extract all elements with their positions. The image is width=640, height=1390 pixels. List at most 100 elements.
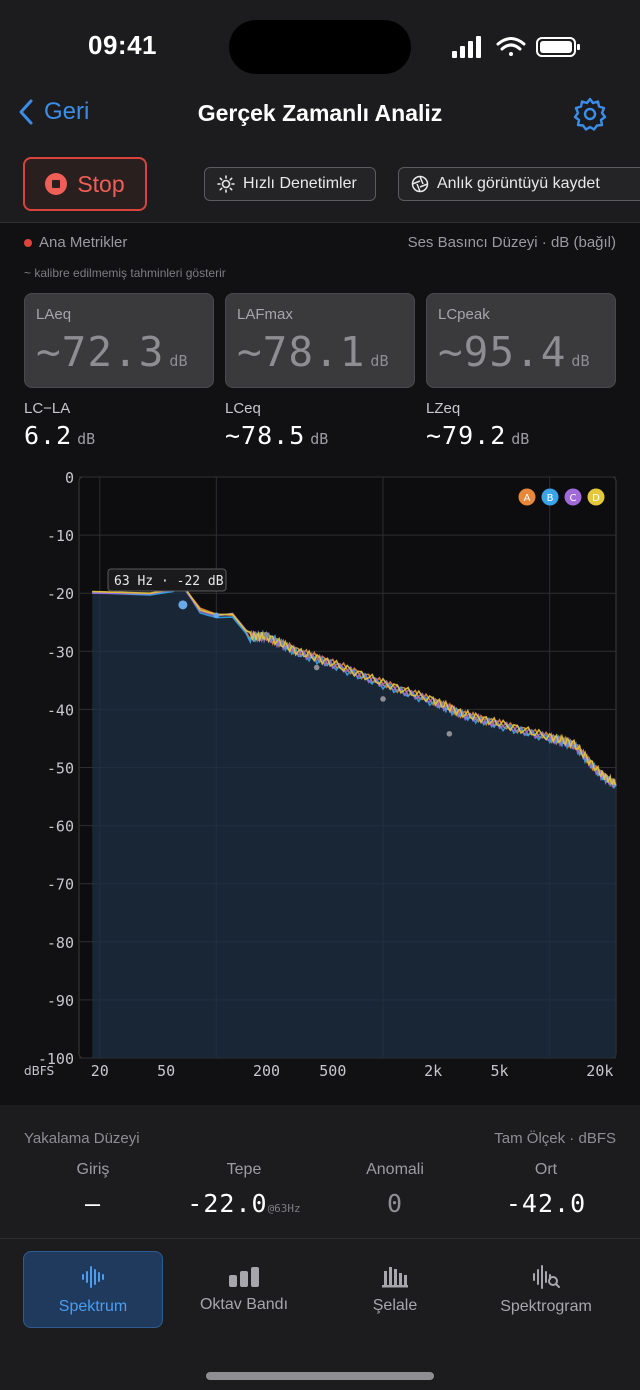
x-tick-label: 20 bbox=[91, 1062, 109, 1080]
metric-card-lafmax: LAFmax ~78.1 dB bbox=[225, 293, 415, 388]
metrics-unit-label: Ses Basıncı Düzeyi · dB (bağıl) bbox=[407, 234, 616, 251]
metric-value: ~78.1 bbox=[237, 328, 366, 376]
signal-icon bbox=[452, 36, 481, 58]
x-tick-label: 20k bbox=[586, 1062, 613, 1080]
x-tick-label: 5k bbox=[490, 1062, 508, 1080]
y-tick-label: 0 bbox=[65, 469, 74, 487]
tab-label: Spektrogram bbox=[500, 1297, 592, 1315]
tooltip-text: 63 Hz · -22 dB bbox=[114, 574, 224, 589]
metric-label: LAFmax bbox=[237, 306, 293, 323]
capture-label: Giriş bbox=[76, 1161, 110, 1178]
tab-spectrogram[interactable]: Spektrogram bbox=[476, 1251, 616, 1328]
peak-marker bbox=[213, 612, 220, 619]
capture-scale: Tam Ölçek · dBFS bbox=[494, 1130, 616, 1147]
peak-marker bbox=[313, 664, 320, 671]
tab-label: Oktav Bandı bbox=[199, 1295, 289, 1313]
legend-label: B bbox=[547, 493, 554, 504]
y-tick-label: -80 bbox=[47, 934, 74, 952]
waveform-icon bbox=[82, 1265, 104, 1288]
y-tick-label: -10 bbox=[47, 527, 74, 545]
capture-average: Ort -42.0 bbox=[471, 1161, 621, 1218]
metric-unit: dB bbox=[571, 352, 590, 370]
capture-label: Anomali bbox=[366, 1161, 424, 1178]
y-tick-label: -20 bbox=[47, 585, 74, 603]
save-snapshot-button[interactable]: Anlık görüntüyü kaydet bbox=[398, 167, 640, 201]
capture-peak: Tepe -22.0@63Hz bbox=[169, 1161, 319, 1218]
x-tick-label: 50 bbox=[157, 1062, 175, 1080]
y-tick-label: -70 bbox=[47, 876, 74, 894]
status-time: 09:41 bbox=[88, 30, 157, 60]
capture-label: Ort bbox=[534, 1161, 558, 1178]
stop-label: Stop bbox=[77, 170, 125, 197]
capture-suffix: @63Hz bbox=[267, 1202, 301, 1215]
nav-bar: Geri Gerçek Zamanlı Analiz bbox=[0, 90, 640, 140]
home-indicator bbox=[206, 1372, 434, 1380]
metric-label: LZeq bbox=[426, 400, 461, 417]
metric-value: ~95.4 bbox=[438, 328, 567, 376]
metrics-title: Ana Metrikler bbox=[39, 234, 128, 251]
metrics-header: Ana Metrikler Ses Basıncı Düzeyi · dB (b… bbox=[24, 234, 616, 256]
capture-value: — bbox=[84, 1189, 102, 1218]
peak-marker bbox=[380, 696, 386, 702]
gear-icon[interactable] bbox=[572, 96, 608, 132]
tab-label: Şelale bbox=[372, 1296, 418, 1314]
y-tick-label: -30 bbox=[47, 643, 74, 661]
capture-value: -42.0 bbox=[505, 1189, 587, 1218]
metric-card-laeq: LAeq ~72.3 dB bbox=[24, 293, 214, 388]
save-snapshot-label: Anlık görüntüyü kaydet bbox=[437, 175, 600, 192]
tab-bar: Spektrum Oktav Bandı Şelale Spektrogram bbox=[0, 1239, 640, 1390]
tab-waterfall[interactable]: Şelale bbox=[325, 1251, 465, 1328]
y-tick-label: -40 bbox=[47, 701, 74, 719]
stop-button[interactable]: Stop bbox=[23, 157, 147, 211]
peak-marker bbox=[178, 600, 188, 610]
metric-lzeq: LZeq ~79.2 dB bbox=[426, 400, 616, 456]
y-axis-label: dBFS bbox=[24, 1064, 54, 1078]
peak-marker bbox=[263, 632, 270, 638]
spectrum-chart[interactable]: 0-10-20-30-40-50-60-70-80-90-10020 50 200 5… bbox=[0, 462, 640, 1082]
x-tick-label: 500 bbox=[319, 1062, 346, 1080]
metric-value: ~79.2 bbox=[426, 421, 507, 450]
page-title: Gerçek Zamanlı Analiz bbox=[197, 100, 443, 126]
legend-label: A bbox=[524, 493, 531, 504]
metric-label: LCpeak bbox=[438, 306, 490, 323]
status-bar: 09:41 bbox=[0, 0, 640, 90]
dynamic-island bbox=[229, 20, 411, 74]
quick-controls-label: Hızlı Denetimler bbox=[243, 175, 357, 192]
bars-icon bbox=[229, 1266, 259, 1287]
y-tick-label: -50 bbox=[47, 760, 74, 778]
capture-input: Giriş — bbox=[18, 1161, 168, 1218]
capture-title: Yakalama Düzeyi bbox=[24, 1130, 140, 1147]
legend-label: D bbox=[592, 493, 600, 504]
y-tick-label: -60 bbox=[47, 818, 74, 836]
metric-lceq: LCeq ~78.5 dB bbox=[225, 400, 415, 456]
metric-unit: dB bbox=[370, 352, 389, 370]
metric-label: LCeq bbox=[225, 400, 261, 417]
aperture-icon bbox=[411, 175, 429, 193]
capture-anomaly: Anomali 0 bbox=[320, 1161, 470, 1218]
tab-octave-band[interactable]: Oktav Bandı bbox=[174, 1251, 314, 1328]
metric-label: LC−LA bbox=[24, 400, 71, 417]
metric-value: ~78.5 bbox=[225, 421, 306, 450]
controls-row: Stop Hızlı Denetimler Anlık görüntüyü ka… bbox=[0, 157, 640, 211]
metric-value: 6.2 bbox=[24, 421, 73, 450]
metric-lc-la: LC−LA 6.2 dB bbox=[24, 400, 214, 456]
quick-controls-button[interactable]: Hızlı Denetimler bbox=[204, 167, 376, 201]
y-tick-label: -90 bbox=[47, 992, 74, 1010]
tab-label: Spektrum bbox=[58, 1297, 128, 1315]
x-tick-label: 200 bbox=[253, 1062, 280, 1080]
legend-label: C bbox=[570, 493, 577, 504]
battery-icon bbox=[536, 37, 580, 57]
wifi-icon bbox=[496, 37, 526, 56]
metric-label: LAeq bbox=[36, 306, 72, 323]
calibration-caption: ~ kalibre edilmemiş tahminleri gösterir bbox=[24, 266, 226, 280]
metric-unit: dB bbox=[310, 430, 329, 448]
capture-value: -22.0 bbox=[187, 1189, 268, 1218]
metric-unit: dB bbox=[169, 352, 188, 370]
capture-level-panel: Yakalama Düzeyi Tam Ölçek · dBFS Giriş —… bbox=[0, 1106, 640, 1238]
metric-value: ~72.3 bbox=[36, 328, 165, 376]
spectrogram-search-icon bbox=[533, 1264, 560, 1289]
tab-spectrum[interactable]: Spektrum bbox=[23, 1251, 163, 1328]
status-icons bbox=[452, 36, 580, 58]
x-tick-label: 2k bbox=[424, 1062, 442, 1080]
stop-icon bbox=[45, 173, 68, 195]
